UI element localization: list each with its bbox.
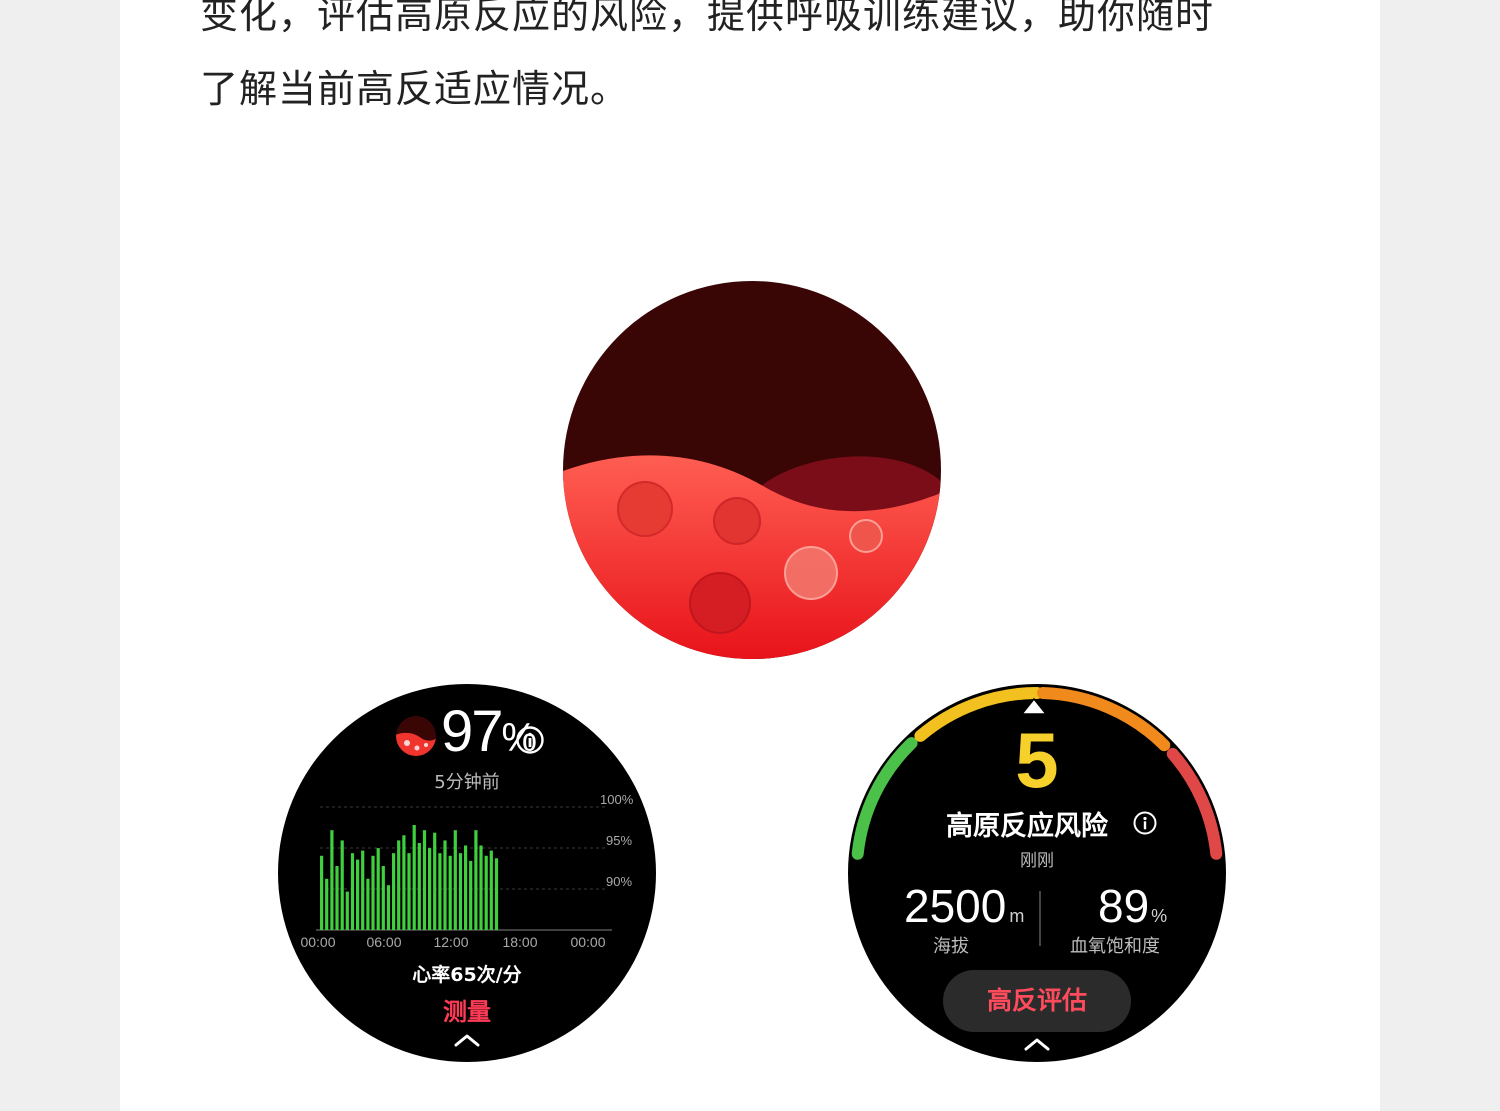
feature-description: 变化，评估高原反应的风险，提供呼吸训练建议，助你随时 了解当前高反适应情况。 bbox=[200, 0, 1360, 126]
y-label-100: 100% bbox=[600, 792, 634, 807]
spo2-bar bbox=[484, 855, 488, 930]
x-label-3: 18:00 bbox=[502, 934, 537, 950]
chevron-up-icon[interactable] bbox=[452, 1032, 482, 1048]
spo2-bar bbox=[320, 855, 324, 930]
spo2-bar bbox=[361, 850, 365, 930]
spo2-watch-face: 97% 5分钟前 100% 95% 90% 00:00 06:00 12:00 … bbox=[278, 684, 656, 1062]
spo2-bar bbox=[386, 885, 391, 930]
spo2-bar bbox=[356, 859, 360, 930]
spo2-bar bbox=[422, 830, 427, 930]
spo2-bar bbox=[474, 830, 478, 930]
spo2-bar bbox=[433, 832, 437, 930]
blood-oxygen-app-icon bbox=[563, 281, 941, 659]
spo2-reading-unit: % bbox=[1151, 906, 1168, 926]
spo2-bar bbox=[340, 840, 344, 930]
altitude-unit: m bbox=[1009, 906, 1025, 926]
risk-updated: 刚刚 bbox=[1020, 851, 1054, 871]
spo2-bar bbox=[428, 848, 432, 930]
spo2-bar bbox=[330, 830, 334, 930]
altitude-label: 海拔 bbox=[933, 936, 969, 957]
spo2-bar bbox=[479, 845, 483, 930]
spo2-bar bbox=[469, 860, 473, 930]
chevron-up-icon[interactable] bbox=[1022, 1036, 1052, 1052]
y-label-90: 90% bbox=[606, 874, 632, 889]
spo2-bars bbox=[320, 825, 499, 930]
spo2-bar bbox=[443, 840, 447, 930]
spo2-bar bbox=[407, 853, 411, 930]
spo2-bar bbox=[381, 866, 385, 930]
spo2-bar bbox=[453, 830, 457, 930]
spo2-bar bbox=[350, 853, 355, 930]
altitude-number: 2500 bbox=[904, 880, 1007, 932]
heart-rate-text: 心率65次/分 bbox=[412, 964, 522, 986]
x-label-2: 12:00 bbox=[433, 934, 468, 950]
spo2-bar bbox=[494, 858, 499, 930]
measure-button[interactable]: 测量 bbox=[278, 992, 656, 1027]
description-line-2: 了解当前高反适应情况。 bbox=[200, 67, 630, 111]
spo2-bar bbox=[402, 835, 406, 930]
spo2-bar bbox=[392, 853, 396, 930]
spo2-bar bbox=[335, 866, 339, 930]
x-label-4: 00:00 bbox=[570, 934, 605, 950]
spo2-bar bbox=[458, 853, 463, 930]
spo2-label: 血氧饱和度 bbox=[1070, 936, 1160, 957]
triangle-marker-icon bbox=[1020, 697, 1048, 715]
y-label-95: 95% bbox=[606, 833, 632, 848]
spo2-bar bbox=[464, 845, 468, 930]
spo2-bar bbox=[345, 891, 349, 930]
spo2-bar bbox=[438, 853, 442, 930]
altitude-assessment-button[interactable]: 高反评估 bbox=[943, 970, 1131, 1032]
altitude-risk-watch-face: 5 高原反应风险 刚刚 2500 m 海拔 89% 血氧饱和度 高反评估 bbox=[848, 684, 1226, 1062]
spo2-bar bbox=[412, 825, 416, 930]
description-line-1: 变化，评估高原反应的风险，提供呼吸训练建议，助你随时 bbox=[200, 0, 1215, 37]
risk-value: 5 bbox=[1015, 716, 1059, 804]
spo2-bar bbox=[417, 843, 421, 930]
risk-label: 高原反应风险 bbox=[946, 811, 1108, 842]
spo2-bar bbox=[448, 855, 452, 930]
info-icon[interactable] bbox=[1132, 810, 1158, 836]
spo2-bar bbox=[325, 878, 329, 930]
spo2-reading-number: 89 bbox=[1098, 880, 1150, 932]
spo2-bar bbox=[376, 848, 380, 930]
spo2-bar bbox=[366, 878, 370, 930]
spo2-bar bbox=[397, 840, 401, 930]
x-label-0: 00:00 bbox=[300, 934, 335, 950]
spo2-bar bbox=[489, 850, 493, 930]
x-label-1: 06:00 bbox=[366, 934, 401, 950]
spo2-bar bbox=[371, 855, 375, 930]
